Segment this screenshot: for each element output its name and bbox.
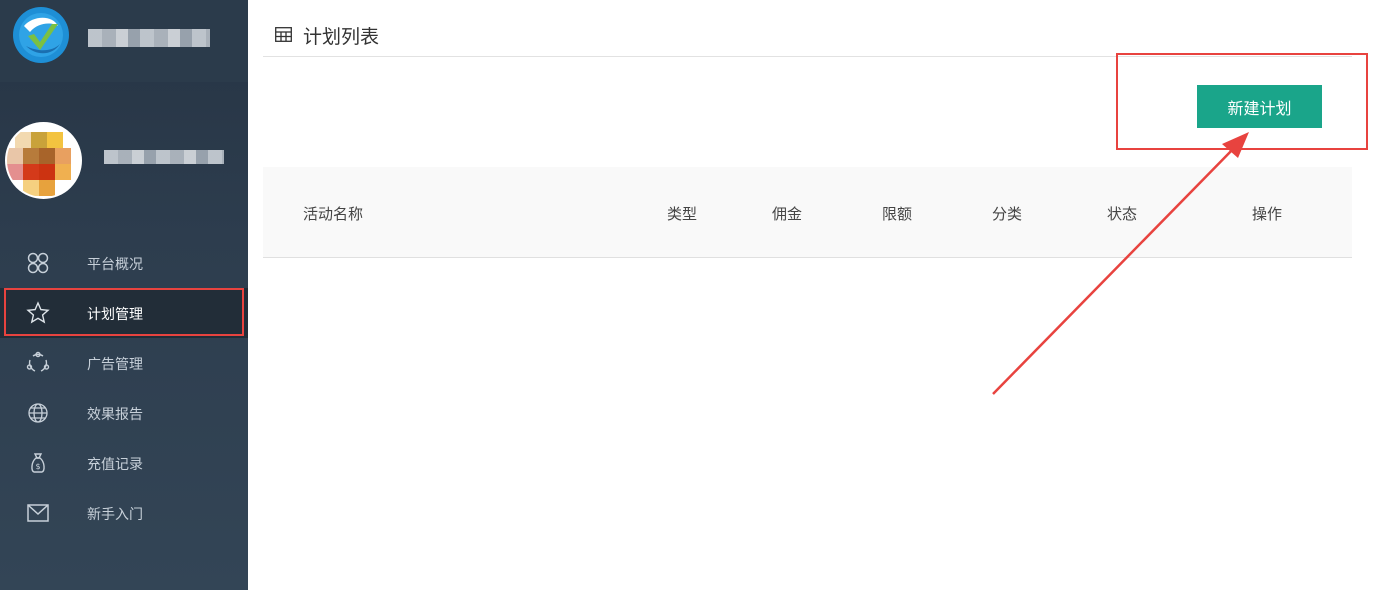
sidebar-item-label: 计划管理	[87, 307, 143, 323]
sidebar-item-label: 平台概况	[87, 257, 143, 273]
svg-text:$: $	[36, 462, 41, 471]
username-redacted	[104, 150, 224, 164]
avatar[interactable]	[5, 122, 82, 199]
sidebar-item-label: 充值记录	[87, 457, 143, 473]
sidebar-item-label: 新手入门	[87, 507, 143, 523]
share-circle-icon	[26, 351, 50, 372]
clover-icon	[27, 252, 49, 274]
new-plan-button[interactable]: 新建计划	[1197, 85, 1322, 128]
logo[interactable]	[12, 6, 70, 64]
sidebar: 平台概况 计划管理 广告管理 效果报告 $ 充值记录 新手入门	[0, 0, 248, 590]
page-title: 计划列表	[303, 26, 380, 48]
sidebar-item-plan-management[interactable]: 计划管理	[0, 288, 248, 338]
sidebar-item-ad-management[interactable]: 广告管理	[0, 338, 248, 388]
main-content: 计划列表 新建计划 活动名称 类型 佣金 限额 分类 状态 操作	[248, 0, 1399, 590]
sidebar-item-recharge-records[interactable]: $ 充值记录	[0, 438, 248, 488]
table-header: 活动名称 类型 佣金 限额 分类 状态 操作	[263, 167, 1352, 258]
sidebar-item-label: 效果报告	[87, 407, 143, 423]
site-name-redacted	[88, 29, 210, 47]
column-header-category: 分类	[992, 205, 1023, 223]
sidebar-nav: 平台概况 计划管理 广告管理 效果报告 $ 充值记录 新手入门	[0, 238, 248, 538]
sidebar-item-getting-started[interactable]: 新手入门	[0, 488, 248, 538]
brand-header	[0, 0, 248, 82]
star-icon	[26, 301, 50, 324]
column-header-limit: 限额	[882, 205, 913, 223]
globe-icon	[28, 403, 48, 423]
column-header-actions: 操作	[1252, 205, 1283, 223]
column-header-status: 状态	[1107, 205, 1138, 223]
envelope-icon	[27, 504, 49, 522]
column-header-type: 类型	[667, 205, 698, 223]
sidebar-item-overview[interactable]: 平台概况	[0, 238, 248, 288]
column-header-commission: 佣金	[772, 205, 803, 223]
sidebar-item-label: 广告管理	[87, 357, 143, 373]
column-header-activity-name: 活动名称	[303, 205, 364, 223]
page-header: 计划列表	[263, 0, 1352, 57]
table-icon	[275, 27, 292, 42]
money-bag-icon: $	[31, 453, 45, 473]
sidebar-item-performance-report[interactable]: 效果报告	[0, 388, 248, 438]
